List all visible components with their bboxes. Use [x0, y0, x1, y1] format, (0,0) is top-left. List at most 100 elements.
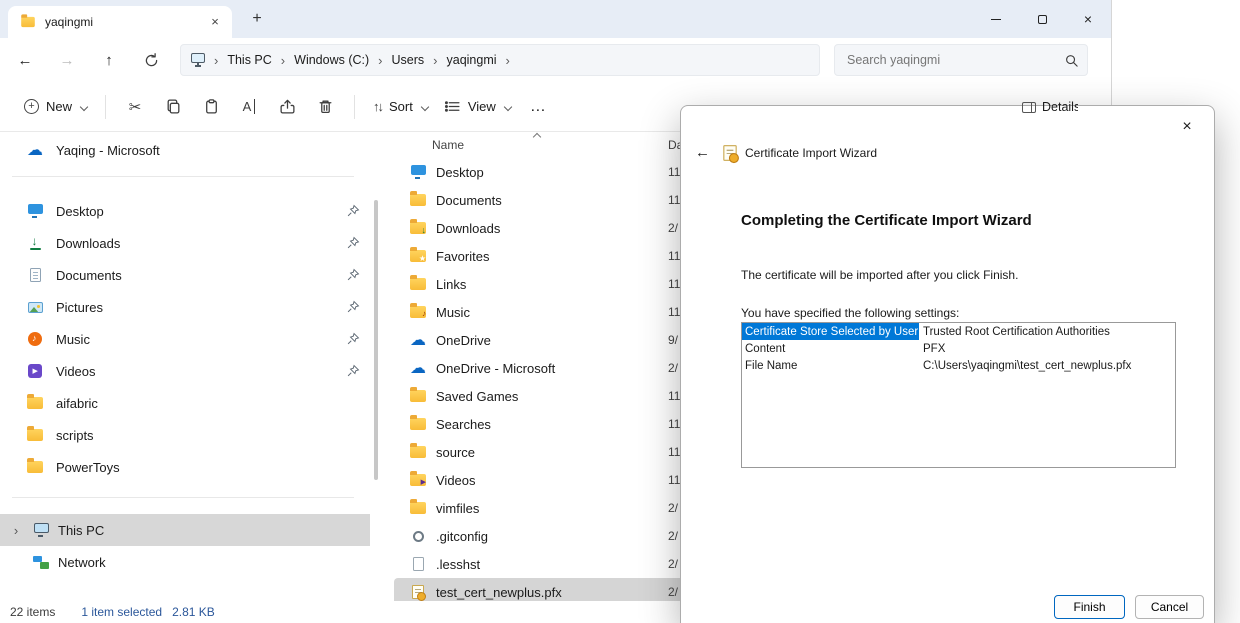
settings-row[interactable]: File Name C:\Users\yaqingmi\test_cert_ne… — [742, 357, 1175, 374]
cancel-button[interactable]: Cancel — [1135, 595, 1204, 619]
sidebar-item-videos[interactable]: Videos — [0, 355, 370, 387]
chevron-right-icon — [433, 53, 437, 68]
tab-close-icon[interactable] — [206, 13, 224, 31]
sidebar-scrollbar[interactable] — [374, 200, 378, 480]
sidebar-item-onedrive[interactable]: Yaqing - Microsoft — [0, 134, 370, 166]
delete-button[interactable] — [306, 89, 344, 125]
settings-row[interactable]: Content PFX — [742, 340, 1175, 357]
file-name: OneDrive — [436, 333, 491, 348]
network-icon — [33, 556, 49, 569]
settings-list[interactable]: Certificate Store Selected by User Trust… — [741, 322, 1176, 468]
minimize-button[interactable] — [973, 0, 1019, 38]
sidebar-divider — [12, 497, 354, 498]
file-date: 11 — [668, 305, 680, 319]
onedrive-cloud-icon — [408, 362, 428, 375]
new-button[interactable]: New — [16, 93, 95, 120]
music-icon — [28, 332, 42, 346]
setting-key-selected: Certificate Store Selected by User — [742, 323, 919, 340]
see-more-button[interactable] — [519, 89, 557, 125]
breadcrumb-yaqingmi[interactable]: yaqingmi — [447, 53, 497, 67]
sidebar-item-label: Downloads — [56, 236, 120, 251]
address-bar[interactable]: This PC Windows (C:) Users yaqingmi — [180, 44, 820, 76]
paste-button[interactable] — [192, 89, 230, 125]
breadcrumb-windows-c[interactable]: Windows (C:) — [294, 53, 369, 67]
sidebar-item-network[interactable]: Network — [0, 546, 370, 578]
sidebar-item-music[interactable]: Music — [0, 323, 370, 355]
downloads-folder-icon — [410, 222, 426, 234]
videos-folder-icon — [410, 474, 426, 486]
this-pc-icon — [34, 523, 49, 533]
view-button[interactable]: View — [436, 92, 519, 121]
dialog-back-button[interactable] — [695, 144, 715, 161]
sidebar-item-scripts[interactable]: scripts — [0, 419, 370, 451]
sidebar-item-label: scripts — [56, 428, 94, 443]
file-date: 2/ — [668, 361, 678, 375]
toolbar-divider — [354, 95, 355, 119]
file-date: 11 — [668, 193, 680, 207]
view-icon — [444, 98, 461, 115]
breadcrumb-this-pc[interactable]: This PC — [227, 53, 271, 67]
share-button[interactable] — [268, 89, 306, 125]
folder-icon — [410, 390, 426, 402]
selection-size: 2.81 KB — [172, 605, 215, 619]
maximize-icon — [1038, 15, 1047, 24]
document-icon — [30, 268, 41, 282]
file-date: 2/ — [668, 529, 678, 543]
explorer-tab[interactable]: yaqingmi — [8, 6, 232, 38]
file-name: Saved Games — [436, 389, 518, 404]
sidebar-item-label: aifabric — [56, 396, 98, 411]
chevron-down-icon — [80, 102, 88, 110]
chevron-right-icon — [281, 53, 285, 68]
tab-title: yaqingmi — [45, 15, 197, 29]
finish-button[interactable]: Finish — [1054, 595, 1125, 619]
dialog-close-button[interactable] — [1174, 114, 1200, 140]
sidebar-item-label: Network — [58, 555, 106, 570]
music-folder-icon — [410, 306, 426, 318]
sidebar-item-aifabric[interactable]: aifabric — [0, 387, 370, 419]
sidebar-item-this-pc[interactable]: This PC — [0, 514, 370, 546]
file-date: 11 — [668, 473, 680, 487]
close-button[interactable] — [1065, 0, 1111, 38]
copy-button[interactable] — [154, 89, 192, 125]
settings-label: You have specified the following setting… — [741, 306, 959, 320]
forward-button[interactable] — [50, 43, 84, 77]
desktop-icon — [411, 165, 426, 175]
pin-icon — [346, 236, 360, 250]
folder-icon — [410, 446, 426, 458]
file-date: 11 — [668, 277, 680, 291]
search-input[interactable] — [847, 53, 1064, 67]
breadcrumb-users[interactable]: Users — [392, 53, 425, 67]
search-box[interactable] — [834, 44, 1088, 76]
maximize-button[interactable] — [1019, 0, 1065, 38]
setting-key: File Name — [742, 357, 919, 374]
folder-icon — [410, 502, 426, 514]
desktop-icon — [28, 204, 43, 214]
tab-strip: yaqingmi — [0, 0, 1111, 38]
folder-icon — [410, 418, 426, 430]
sidebar-item-documents[interactable]: Documents — [0, 259, 370, 291]
cut-button[interactable] — [116, 89, 154, 125]
setting-value: Trusted Root Certification Authorities — [919, 326, 1110, 338]
up-button[interactable] — [92, 43, 126, 77]
settings-row[interactable]: Certificate Store Selected by User Trust… — [742, 323, 1175, 340]
setting-value: PFX — [919, 343, 945, 355]
favorites-folder-icon — [410, 250, 426, 262]
rename-button[interactable] — [230, 89, 268, 125]
new-tab-button[interactable] — [246, 8, 268, 30]
refresh-button[interactable] — [134, 43, 168, 77]
sidebar-item-downloads[interactable]: Downloads — [0, 227, 370, 259]
wizard-body-text: The certificate will be imported after y… — [741, 268, 1018, 282]
file-name: .lesshst — [436, 557, 480, 572]
column-header-name[interactable]: Name — [432, 138, 464, 152]
sort-button[interactable]: Sort — [365, 93, 436, 120]
sidebar-item-desktop[interactable]: Desktop — [0, 195, 370, 227]
file-date: 2/ — [668, 221, 678, 235]
certificate-import-wizard-dialog: Certificate Import Wizard Completing the… — [680, 105, 1215, 623]
sidebar-item-powertoys[interactable]: PowerToys — [0, 451, 370, 483]
expand-chevron-icon[interactable] — [8, 523, 24, 538]
details-pane-button[interactable]: Details — [1022, 100, 1078, 114]
chevron-right-icon — [378, 53, 382, 68]
sidebar-item-pictures[interactable]: Pictures — [0, 291, 370, 323]
back-button[interactable] — [8, 43, 42, 77]
view-label: View — [468, 99, 496, 114]
